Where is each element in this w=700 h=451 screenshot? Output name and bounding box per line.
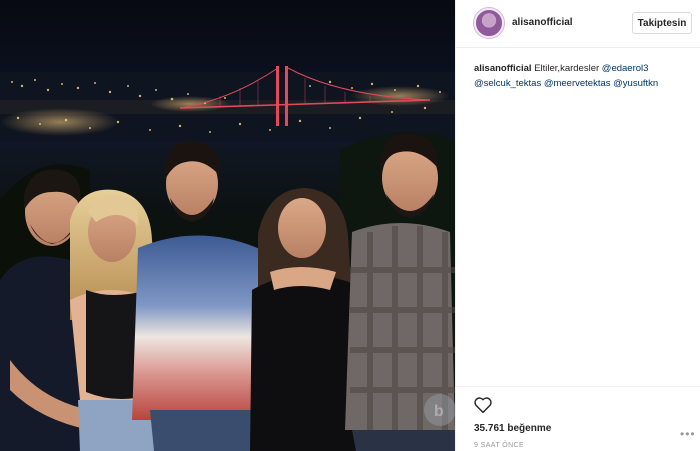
mention-yusuftkn[interactable]: @yusuftkn bbox=[613, 78, 658, 89]
like-count[interactable]: 35.761 beğenme bbox=[474, 423, 551, 434]
photo-scene: b bbox=[0, 66, 455, 451]
profile-avatar[interactable] bbox=[474, 8, 504, 38]
person-3 bbox=[132, 141, 268, 451]
post-photo[interactable]: b bbox=[0, 0, 455, 451]
heart-outline-icon[interactable] bbox=[473, 396, 493, 414]
follow-button[interactable]: Takiptesin bbox=[632, 12, 692, 34]
post-caption: alisanofficial Eltiler,kardesler⁡⁡ @edae… bbox=[474, 61, 696, 91]
post-header: alisanofficial Takiptesin bbox=[456, 0, 700, 48]
more-options-icon[interactable]: ••• bbox=[680, 427, 696, 441]
caption-text: Eltiler,kardesler bbox=[534, 63, 600, 74]
post-timestamp: 9 SAAT ÖNCE bbox=[474, 442, 525, 449]
mention-meervetektas[interactable]: @meervetektas bbox=[544, 78, 611, 89]
post-sidebar: alisanofficial Takiptesin alisanofficial… bbox=[455, 0, 700, 451]
mention-selcuk-tektas[interactable]: @selcuk_tektas bbox=[474, 78, 541, 89]
mention-edaerol3[interactable]: @edaerol3 bbox=[602, 63, 649, 74]
header-username[interactable]: alisanofficial bbox=[512, 17, 573, 28]
caption-username[interactable]: alisanofficial bbox=[474, 63, 532, 74]
svg-text:b: b bbox=[434, 403, 444, 420]
watermark-logo: b bbox=[424, 394, 455, 426]
post-actions: 35.761 beğenme 9 SAAT ÖNCE ••• bbox=[456, 386, 700, 449]
